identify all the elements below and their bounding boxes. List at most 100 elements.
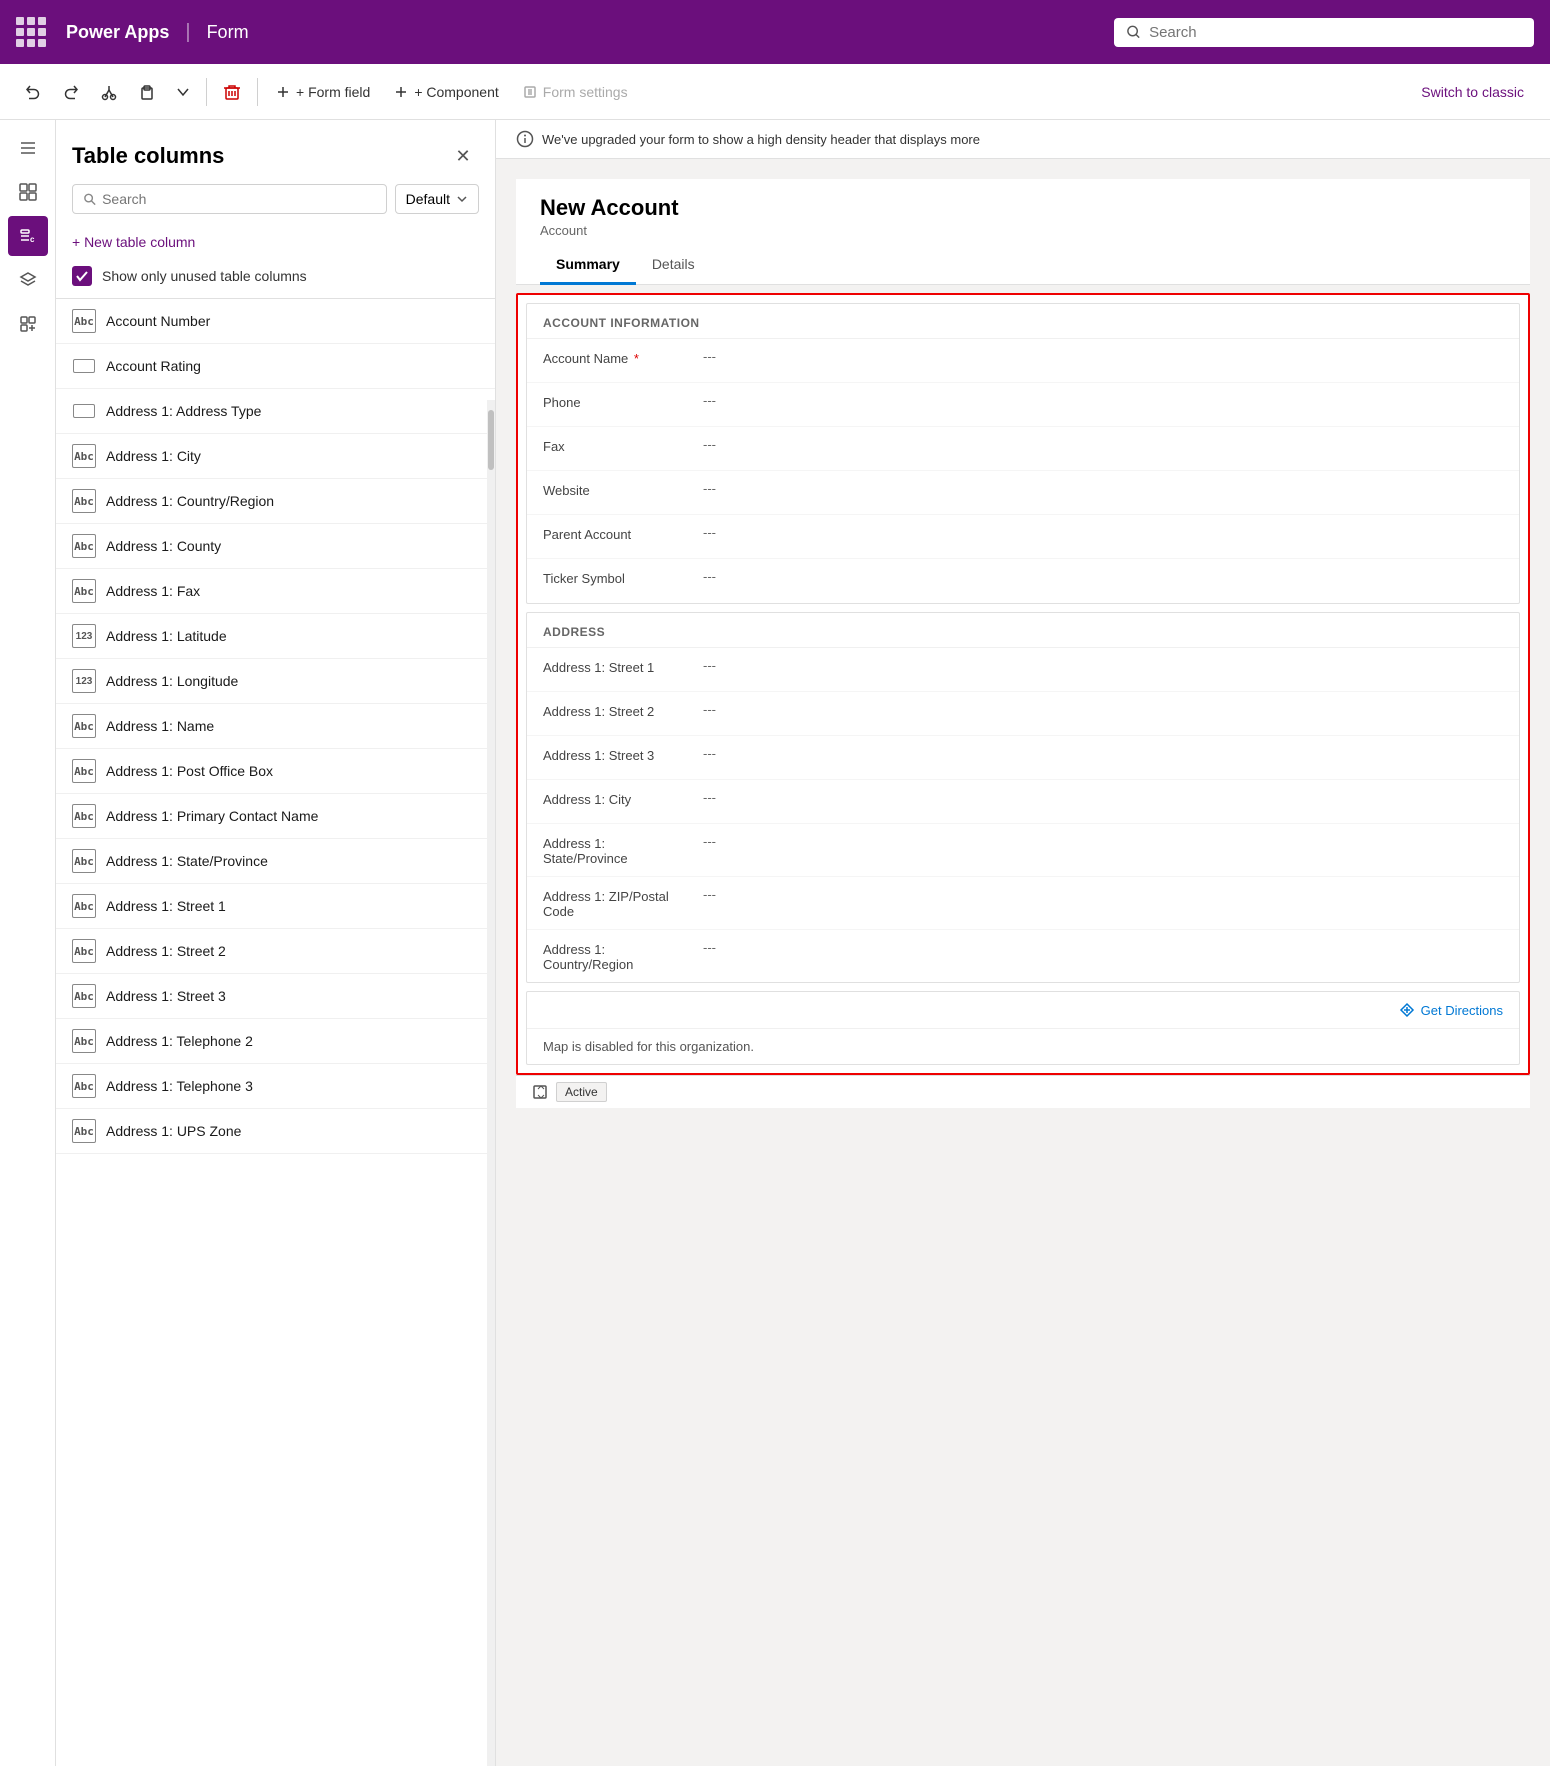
field-website-label: Website bbox=[543, 481, 703, 498]
show-unused-row[interactable]: Show only unused table columns bbox=[56, 258, 495, 298]
sidebar-menu-button[interactable] bbox=[8, 128, 48, 168]
search-icon bbox=[1126, 24, 1141, 40]
form-field-label: + Form field bbox=[296, 84, 370, 100]
text-column-icon: Abc bbox=[72, 894, 96, 918]
column-list-item[interactable]: 123 Address 1: Latitude bbox=[56, 614, 495, 659]
tab-summary[interactable]: Summary bbox=[540, 246, 636, 285]
column-item-label: Address 1: UPS Zone bbox=[106, 1123, 241, 1139]
column-item-label: Address 1: Street 1 bbox=[106, 898, 226, 914]
column-list-item[interactable]: Abc Address 1: UPS Zone bbox=[56, 1109, 495, 1154]
field-country: Address 1:Country/Region --- bbox=[527, 930, 1519, 982]
columns-filter-dropdown[interactable]: Default bbox=[395, 184, 479, 214]
field-parent-account-label: Parent Account bbox=[543, 525, 703, 542]
dropdown-chevron-icon bbox=[456, 193, 468, 205]
undo-button[interactable] bbox=[16, 77, 50, 107]
field-parent-account: Parent Account --- bbox=[527, 515, 1519, 559]
column-list-item[interactable]: Abc Address 1: Street 1 bbox=[56, 884, 495, 929]
column-list-item[interactable]: 123 Address 1: Longitude bbox=[56, 659, 495, 704]
number-column-icon: 123 bbox=[72, 669, 96, 693]
field-state-label: Address 1:State/Province bbox=[543, 834, 703, 866]
search-input[interactable] bbox=[1149, 24, 1522, 41]
field-phone: Phone --- bbox=[527, 383, 1519, 427]
form-settings-button[interactable]: Form settings bbox=[513, 78, 638, 106]
cut-button[interactable] bbox=[92, 77, 126, 107]
svg-text:c: c bbox=[30, 235, 35, 244]
columns-search-box[interactable] bbox=[72, 184, 387, 214]
columns-panel-title: Table columns bbox=[72, 143, 224, 169]
field-zip-value: --- bbox=[703, 887, 716, 902]
column-list-item[interactable]: Abc Address 1: Street 2 bbox=[56, 929, 495, 974]
text-column-icon: Abc bbox=[72, 804, 96, 828]
map-disabled-message: Map is disabled for this organization. bbox=[527, 1029, 1519, 1064]
column-list-item[interactable]: Address 1: Address Type bbox=[56, 389, 495, 434]
column-item-label: Account Number bbox=[106, 313, 210, 329]
field-website-value: --- bbox=[703, 481, 716, 496]
field-street3-value: --- bbox=[703, 746, 716, 761]
paste-button[interactable] bbox=[130, 77, 164, 107]
field-fax-label: Fax bbox=[543, 437, 703, 454]
dropdown-button[interactable] bbox=[168, 79, 198, 105]
redo-button[interactable] bbox=[54, 77, 88, 107]
sidebar-dashboard-button[interactable] bbox=[8, 172, 48, 212]
text-column-icon: Abc bbox=[72, 309, 96, 333]
info-banner: We've upgraded your form to show a high … bbox=[496, 120, 1550, 159]
column-list-item[interactable]: Abc Account Number bbox=[56, 299, 495, 344]
sidebar-components-button[interactable] bbox=[8, 304, 48, 344]
column-list-item[interactable]: Abc Address 1: County bbox=[56, 524, 495, 569]
sidebar-fields-button[interactable]: c bbox=[8, 216, 48, 256]
search-box[interactable] bbox=[1114, 18, 1534, 47]
form-header: New Account Account bbox=[516, 179, 1530, 246]
required-star: * bbox=[634, 351, 639, 366]
column-list-item[interactable]: Abc Address 1: Street 3 bbox=[56, 974, 495, 1019]
undo-icon bbox=[24, 83, 42, 101]
column-list-item[interactable]: Abc Address 1: State/Province bbox=[56, 839, 495, 884]
text-column-icon: Abc bbox=[72, 939, 96, 963]
column-item-label: Address 1: Address Type bbox=[106, 403, 261, 419]
show-unused-checkbox[interactable] bbox=[72, 266, 92, 286]
columns-panel-close-button[interactable]: ✕ bbox=[447, 140, 479, 172]
component-button[interactable]: + Component bbox=[384, 78, 508, 106]
columns-panel-header: Table columns ✕ bbox=[56, 120, 495, 184]
text-column-icon: Abc bbox=[72, 579, 96, 603]
checkmark-icon bbox=[75, 269, 89, 283]
text-column-icon: Abc bbox=[72, 714, 96, 738]
toolbar: + Form field + Component Form settings S… bbox=[0, 64, 1550, 120]
text-column-icon: Abc bbox=[72, 984, 96, 1008]
columns-search-input[interactable] bbox=[102, 191, 376, 207]
scroll-track bbox=[487, 400, 495, 1766]
form-tabs: Summary Details bbox=[516, 246, 1530, 285]
column-item-label: Address 1: Post Office Box bbox=[106, 763, 273, 779]
form-settings-label: Form settings bbox=[543, 84, 628, 100]
new-column-button[interactable]: + New table column bbox=[56, 226, 495, 258]
show-unused-label: Show only unused table columns bbox=[102, 268, 307, 284]
delete-button[interactable] bbox=[215, 77, 249, 107]
field-country-label: Address 1:Country/Region bbox=[543, 940, 703, 972]
column-item-label: Address 1: Country/Region bbox=[106, 493, 274, 509]
column-list-item[interactable]: Abc Address 1: Telephone 3 bbox=[56, 1064, 495, 1109]
column-list-item[interactable]: Account Rating bbox=[56, 344, 495, 389]
app-grid-icon[interactable] bbox=[16, 17, 46, 47]
column-list-item[interactable]: Abc Address 1: Telephone 2 bbox=[56, 1019, 495, 1064]
text-column-icon: Abc bbox=[72, 534, 96, 558]
form-title: New Account bbox=[540, 195, 1506, 221]
column-list-item[interactable]: Abc Address 1: Country/Region bbox=[56, 479, 495, 524]
switch-classic-button[interactable]: Switch to classic bbox=[1411, 78, 1534, 106]
column-list-item[interactable]: Abc Address 1: Post Office Box bbox=[56, 749, 495, 794]
sidebar-layers-button[interactable] bbox=[8, 260, 48, 300]
column-list-item[interactable]: Abc Address 1: Fax bbox=[56, 569, 495, 614]
column-item-label: Address 1: County bbox=[106, 538, 221, 554]
form-field-button[interactable]: + Form field bbox=[266, 78, 380, 106]
expand-icon[interactable] bbox=[532, 1084, 548, 1100]
field-street3: Address 1: Street 3 --- bbox=[527, 736, 1519, 780]
tab-details[interactable]: Details bbox=[636, 246, 711, 285]
content-area: We've upgraded your form to show a high … bbox=[496, 120, 1550, 1766]
column-list-item[interactable]: Abc Address 1: Name bbox=[56, 704, 495, 749]
info-banner-text: We've upgraded your form to show a high … bbox=[542, 132, 980, 147]
main-layout: c Table columns ✕ bbox=[0, 120, 1550, 1766]
column-list-item[interactable]: Abc Address 1: Primary Contact Name bbox=[56, 794, 495, 839]
column-list-item[interactable]: Abc Address 1: City bbox=[56, 434, 495, 479]
field-ticker-symbol-label: Ticker Symbol bbox=[543, 569, 703, 586]
field-account-name-value: --- bbox=[703, 349, 716, 364]
get-directions-button[interactable]: Get Directions bbox=[1399, 1002, 1503, 1018]
column-item-label: Address 1: Latitude bbox=[106, 628, 227, 644]
